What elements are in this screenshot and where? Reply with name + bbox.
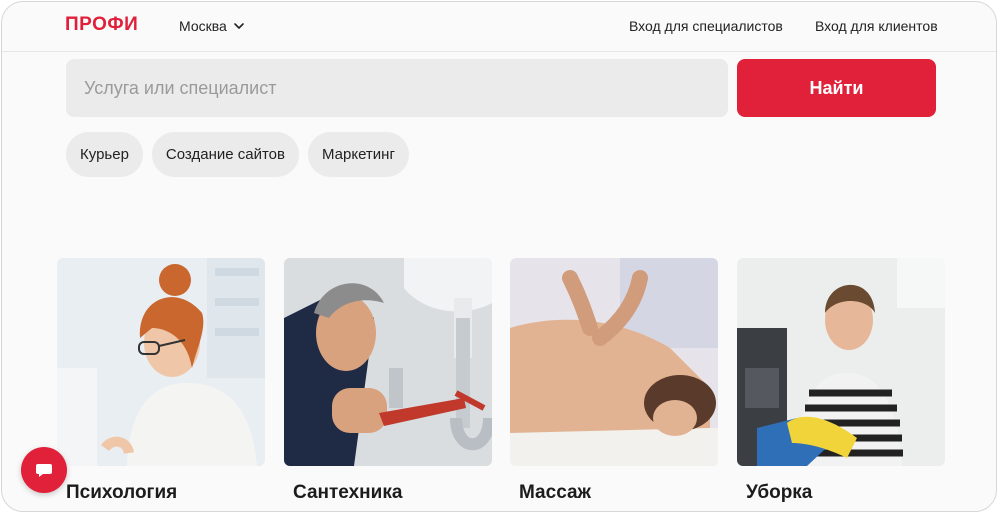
logo[interactable]: ПРОФИ (65, 14, 138, 36)
category-card-psychology[interactable]: Психология (57, 258, 265, 504)
chat-bubble-icon (36, 464, 52, 477)
cleaning-photo (737, 258, 945, 466)
chat-button[interactable] (21, 447, 67, 493)
category-label: Массаж (519, 482, 592, 503)
psychology-photo (57, 258, 265, 466)
plumbing-photo (284, 258, 492, 466)
massage-photo (510, 258, 718, 466)
chip-marketing[interactable]: Маркетинг (307, 132, 409, 177)
city-selector[interactable]: Москва (179, 18, 245, 34)
search-input[interactable] (66, 59, 728, 117)
category-label: Психология (66, 482, 178, 503)
chip-courier[interactable]: Курьер (66, 132, 143, 177)
quick-chips: Курьер Создание сайтов Маркетинг (66, 132, 409, 177)
chip-websites[interactable]: Создание сайтов (151, 132, 299, 177)
find-button[interactable]: Найти (737, 59, 936, 117)
category-label: Сантехника (293, 482, 403, 503)
page-frame: ПРОФИ Москва Вход для специалистов Вход … (1, 1, 997, 512)
category-label: Уборка (746, 482, 813, 503)
clients-login-link[interactable]: Вход для клиентов (815, 18, 938, 34)
category-card-cleaning[interactable]: Уборка (737, 258, 945, 504)
top-bar: ПРОФИ Москва Вход для специалистов Вход … (2, 2, 996, 52)
category-card-plumbing[interactable]: Сантехника (284, 258, 492, 504)
city-label: Москва (179, 18, 227, 34)
chevron-down-icon (233, 23, 244, 29)
category-card-massage[interactable]: Массаж (510, 258, 718, 504)
specialists-login-link[interactable]: Вход для специалистов (629, 18, 783, 34)
